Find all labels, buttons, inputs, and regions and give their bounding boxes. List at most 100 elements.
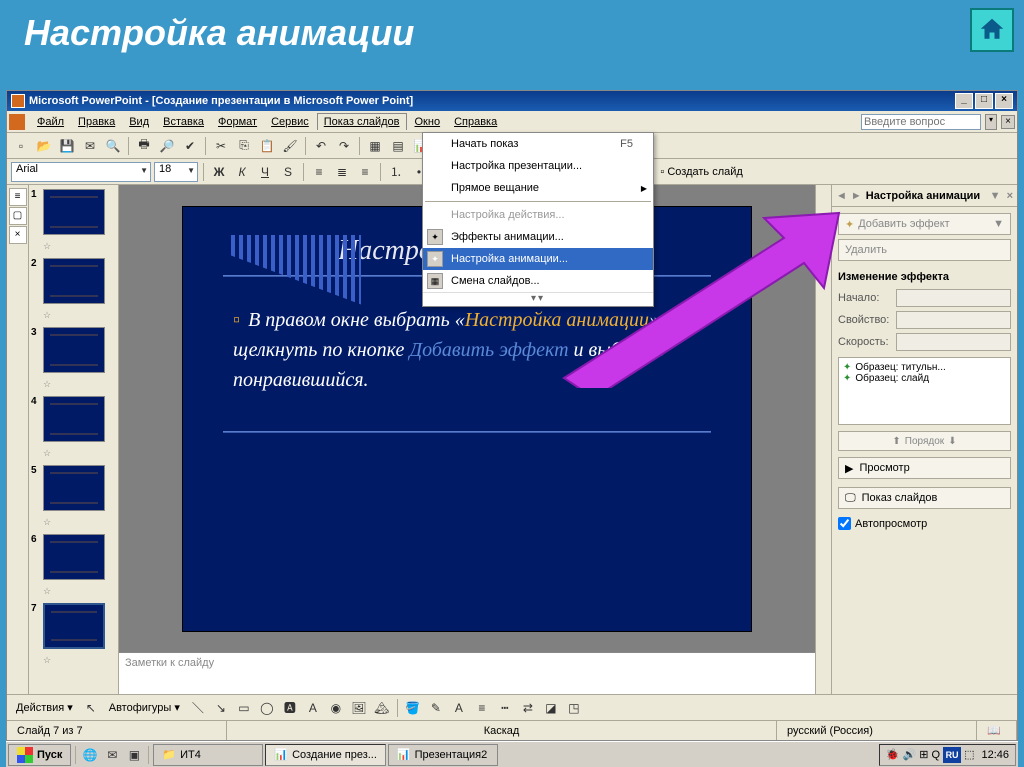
copy-icon[interactable]: ⎘: [234, 136, 254, 156]
quicklaunch-icon[interactable]: ✉: [102, 745, 122, 765]
slides-tab[interactable]: ▢: [9, 207, 27, 225]
tp-close-button[interactable]: ×: [1007, 190, 1013, 202]
dash-style-icon[interactable]: ┅: [495, 698, 515, 718]
shadow-style-icon[interactable]: ◪: [541, 698, 561, 718]
wordart-icon[interactable]: A: [303, 698, 323, 718]
menu-file[interactable]: Файл: [31, 114, 70, 130]
line-style-icon[interactable]: ≡: [472, 698, 492, 718]
undo-icon[interactable]: ↶: [311, 136, 331, 156]
new-slide-button[interactable]: ▫Создать слайд: [655, 162, 747, 182]
thumb-5[interactable]: 5: [31, 465, 116, 511]
menu-start-show[interactable]: Начать показF5: [423, 133, 653, 155]
thumb-3[interactable]: 3: [31, 327, 116, 373]
start-select[interactable]: [896, 289, 1011, 307]
tp-dropdown-icon[interactable]: ▼: [990, 190, 1001, 202]
autoshapes-button[interactable]: Автофигуры▾: [104, 698, 185, 718]
autopreview-checkbox[interactable]: Автопросмотр: [838, 517, 1011, 530]
table-icon[interactable]: ▤: [388, 136, 408, 156]
maximize-button[interactable]: □: [975, 93, 993, 109]
menu-custom-animation[interactable]: ✦Настройка анимации...: [423, 248, 653, 270]
menu-window[interactable]: Окно: [409, 114, 447, 130]
menu-expand-icon[interactable]: ▾▾: [423, 292, 653, 306]
print-icon[interactable]: 🖶: [134, 136, 154, 156]
shadow-icon[interactable]: S: [278, 162, 298, 182]
mail-icon[interactable]: ✉: [80, 136, 100, 156]
slideshow-button[interactable]: 🖵Показ слайдов: [838, 487, 1011, 509]
menu-edit[interactable]: Правка: [72, 114, 121, 130]
arrow-icon[interactable]: ↘: [211, 698, 231, 718]
align-right-icon[interactable]: ≡: [355, 162, 375, 182]
language-indicator[interactable]: RU: [943, 747, 961, 763]
open-icon[interactable]: 📂: [34, 136, 54, 156]
draw-actions-button[interactable]: Действия▾: [11, 698, 78, 718]
tp-fwd-icon[interactable]: ►: [851, 190, 862, 202]
close-pane-button[interactable]: ×: [9, 226, 27, 244]
menu-tools[interactable]: Сервис: [265, 114, 315, 130]
status-spell-icon[interactable]: 📖: [977, 721, 1017, 740]
notes-pane[interactable]: Заметки к слайду: [119, 652, 815, 694]
tray-icon[interactable]: ⊞: [919, 748, 928, 761]
menu-broadcast[interactable]: Прямое вещание: [423, 177, 653, 199]
3d-style-icon[interactable]: ◳: [564, 698, 584, 718]
tray-icon[interactable]: ⬚: [964, 748, 974, 761]
help-dropdown-icon[interactable]: ▾: [985, 114, 997, 130]
close-button[interactable]: ×: [995, 93, 1013, 109]
thumb-1[interactable]: 1: [31, 189, 116, 235]
quicklaunch-icon[interactable]: 🌐: [80, 745, 100, 765]
picture-icon[interactable]: 🏔: [372, 698, 392, 718]
menu-format[interactable]: Формат: [212, 114, 263, 130]
home-button[interactable]: [970, 8, 1014, 52]
search-icon[interactable]: 🔍: [103, 136, 123, 156]
align-center-icon[interactable]: ≣: [332, 162, 352, 182]
menu-view[interactable]: Вид: [123, 114, 155, 130]
taskbar-task[interactable]: 📊Презентация2: [388, 744, 498, 766]
chart-icon[interactable]: ▦: [365, 136, 385, 156]
reorder-buttons[interactable]: ⬆Порядок⬇: [838, 431, 1011, 451]
tp-back-icon[interactable]: ◄: [836, 190, 847, 202]
effect-list[interactable]: ✦Образец: титульн... ✦Образец: слайд: [838, 357, 1011, 425]
menu-help[interactable]: Справка: [448, 114, 503, 130]
new-icon[interactable]: ▫: [11, 136, 31, 156]
underline-icon[interactable]: Ч: [255, 162, 275, 182]
thumb-6[interactable]: 6: [31, 534, 116, 580]
line-icon[interactable]: ＼: [188, 698, 208, 718]
thumb-4[interactable]: 4: [31, 396, 116, 442]
start-button[interactable]: Пуск: [8, 744, 71, 766]
menu-insert[interactable]: Вставка: [157, 114, 210, 130]
preview-icon[interactable]: 🔎: [157, 136, 177, 156]
rectangle-icon[interactable]: ▭: [234, 698, 254, 718]
textbox-icon[interactable]: 🅰: [280, 698, 300, 718]
spell-icon[interactable]: ✔: [180, 136, 200, 156]
tray-icon[interactable]: 🔊: [903, 748, 917, 761]
thumb-2[interactable]: 2: [31, 258, 116, 304]
arrow-up-icon[interactable]: ⬆: [892, 436, 900, 447]
line-color-icon[interactable]: ✎: [426, 698, 446, 718]
format-painter-icon[interactable]: 🖌: [280, 136, 300, 156]
menu-slide-transition[interactable]: ▦Смена слайдов...: [423, 270, 653, 292]
fill-color-icon[interactable]: 🪣: [403, 698, 423, 718]
tray-icon[interactable]: 🐞: [886, 748, 900, 761]
menu-setup-show[interactable]: Настройка презентации...: [423, 155, 653, 177]
diagram-icon[interactable]: ◉: [326, 698, 346, 718]
bold-icon[interactable]: Ж: [209, 162, 229, 182]
clipart-icon[interactable]: 🖼: [349, 698, 369, 718]
menu-animation-schemes[interactable]: ✦Эффекты анимации...: [423, 226, 653, 248]
paste-icon[interactable]: 📋: [257, 136, 277, 156]
arrow-style-icon[interactable]: ⇄: [518, 698, 538, 718]
numbering-icon[interactable]: ⒈: [386, 162, 406, 182]
outline-tab[interactable]: ≡: [9, 188, 27, 206]
quicklaunch-icon[interactable]: ▣: [124, 745, 144, 765]
thumb-7[interactable]: 7: [31, 603, 116, 649]
font-color-icon[interactable]: A: [449, 698, 469, 718]
taskbar-task[interactable]: 📊Создание през...: [265, 744, 386, 766]
font-select[interactable]: Arial: [11, 162, 151, 182]
doc-close-button[interactable]: ×: [1001, 115, 1015, 129]
save-icon[interactable]: 💾: [57, 136, 77, 156]
remove-effect-button[interactable]: Удалить: [838, 239, 1011, 261]
vertical-scrollbar[interactable]: [815, 185, 831, 694]
oval-icon[interactable]: ◯: [257, 698, 277, 718]
help-search-input[interactable]: [861, 114, 981, 130]
add-effect-button[interactable]: ✦Добавить эффект▼: [838, 213, 1011, 235]
property-select[interactable]: [896, 311, 1011, 329]
align-left-icon[interactable]: ≡: [309, 162, 329, 182]
